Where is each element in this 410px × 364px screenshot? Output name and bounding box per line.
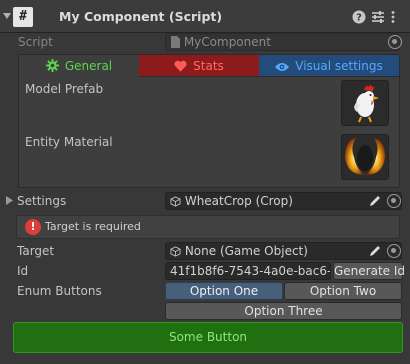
settings-label: Settings xyxy=(17,194,67,208)
foldout-arrow-icon[interactable] xyxy=(3,12,11,20)
error-icon: ! xyxy=(25,219,41,235)
settings-picker-icon[interactable] xyxy=(387,194,401,208)
component-header: # My Component (Script) ? xyxy=(0,0,410,33)
model-prefab-label: Model Prefab xyxy=(25,82,104,96)
script-picker-icon xyxy=(388,35,402,49)
svg-text:?: ? xyxy=(356,13,362,24)
settings-edit-pencil-icon[interactable] xyxy=(369,195,381,207)
presets-icon[interactable] xyxy=(371,10,385,24)
target-value: None (Game Object) xyxy=(184,244,308,258)
enum-option-two-button[interactable]: Option Two xyxy=(284,282,402,300)
script-field-value: MyComponent xyxy=(183,35,271,49)
entity-material-thumbnail[interactable] xyxy=(341,134,389,180)
help-icon[interactable]: ? xyxy=(352,10,366,24)
target-label: Target xyxy=(17,244,55,258)
enum-option-one-button[interactable]: Option One xyxy=(165,282,283,300)
target-object-field[interactable]: None (Game Object) xyxy=(165,242,402,260)
id-text-field[interactable]: 41f1b8f6-7543-4a0e-bac6- xyxy=(165,262,331,280)
id-label: Id xyxy=(17,264,29,278)
tab-stats-label: Stats xyxy=(193,59,224,73)
script-label: Script xyxy=(18,35,53,49)
entity-material-label: Entity Material xyxy=(25,135,113,149)
settings-foldout-arrow-icon[interactable] xyxy=(6,196,13,205)
generate-id-button[interactable]: Generate Id xyxy=(333,262,405,280)
tab-visual-label: Visual settings xyxy=(295,59,383,73)
target-edit-pencil-icon[interactable] xyxy=(369,245,381,257)
eye-icon xyxy=(275,62,290,72)
error-message: Target is required xyxy=(45,220,141,233)
kebab-menu-icon[interactable] xyxy=(390,10,398,24)
some-button[interactable]: Some Button xyxy=(13,322,403,353)
enum-buttons-label: Enum Buttons xyxy=(17,284,102,298)
error-helpbox: ! Target is required xyxy=(16,215,400,239)
tab-general[interactable]: General xyxy=(19,55,139,77)
chicken-image xyxy=(354,85,379,123)
script-file-icon xyxy=(170,36,180,48)
prefab-cube-icon xyxy=(170,196,181,207)
component-title: My Component (Script) xyxy=(59,9,223,24)
script-field: MyComponent xyxy=(165,33,400,51)
tab-stats[interactable]: Stats xyxy=(139,55,259,77)
heart-icon xyxy=(174,60,187,72)
settings-object-field[interactable]: WheatCrop (Crop) xyxy=(165,192,402,210)
script-icon: # xyxy=(13,7,33,27)
flame-material-image xyxy=(345,138,385,175)
tab-general-label: General xyxy=(64,59,113,73)
settings-value: WheatCrop (Crop) xyxy=(184,194,293,208)
tab-container: General Stats Visual settings Model Pref… xyxy=(18,54,400,188)
tab-visual-settings[interactable]: Visual settings xyxy=(259,55,399,77)
gear-icon xyxy=(45,59,59,72)
enum-option-three-button[interactable]: Option Three xyxy=(165,302,402,320)
target-picker-icon[interactable] xyxy=(387,244,401,258)
gameobject-cube-icon xyxy=(170,246,181,257)
model-prefab-thumbnail[interactable] xyxy=(341,80,389,126)
